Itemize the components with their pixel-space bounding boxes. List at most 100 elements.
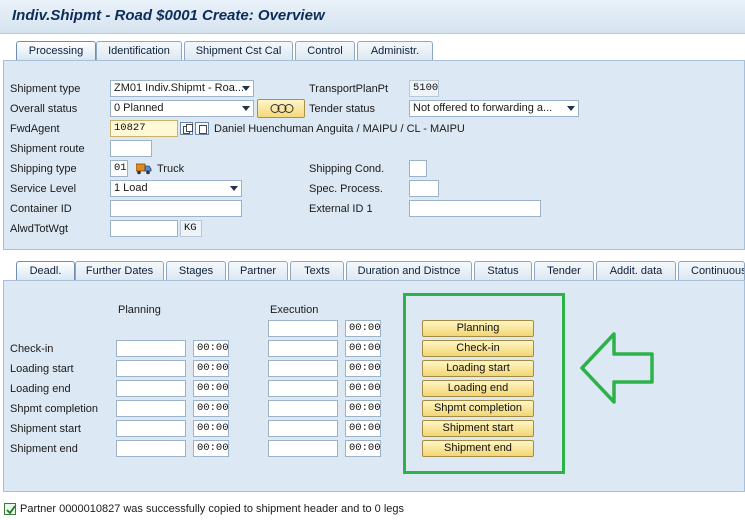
- execution-date-field[interactable]: [268, 420, 338, 437]
- shipping-type-label: Shipping type: [10, 163, 77, 175]
- container-id-field[interactable]: [110, 200, 242, 217]
- transport-plan-pt-field: 5100: [409, 80, 439, 97]
- status-message: Partner 0000010827 was successfully copi…: [20, 503, 405, 515]
- deadline-row-label: Loading end: [10, 383, 71, 395]
- execution-time-field[interactable]: 00:00: [345, 340, 381, 357]
- execution-date-field[interactable]: [268, 360, 338, 377]
- window-title: Indiv.Shipmt - Road $0001 Create: Overvi…: [12, 7, 325, 24]
- check-in-button[interactable]: Check-in: [422, 340, 534, 357]
- external-id-field[interactable]: [409, 200, 541, 217]
- document-icon[interactable]: [195, 122, 209, 135]
- shipment-completion-button[interactable]: Shpmt completion: [422, 400, 534, 417]
- tab-further-dates[interactable]: Further Dates: [75, 261, 164, 280]
- tab-texts[interactable]: Texts: [290, 261, 344, 280]
- planning-time-field[interactable]: 00:00: [193, 440, 229, 457]
- tab-processing[interactable]: Processing: [16, 41, 96, 61]
- shipment-type-dropdown[interactable]: ZM01 Indiv.Shipmt - Roa...: [110, 80, 254, 97]
- alwd-tot-wgt-field[interactable]: [110, 220, 178, 237]
- spec-process-label: Spec. Process.: [309, 183, 383, 195]
- tab-identification[interactable]: Identification: [96, 41, 182, 60]
- overall-status-button[interactable]: [257, 99, 305, 118]
- shipping-cond-field[interactable]: [409, 160, 427, 177]
- execution-date-field[interactable]: [268, 400, 338, 417]
- spec-process-field[interactable]: [409, 180, 439, 197]
- tab-continuous[interactable]: Continuous: [678, 261, 745, 280]
- external-id-label: External ID 1: [309, 203, 373, 215]
- left-arrow-icon: [580, 332, 654, 404]
- dots-icon: [270, 104, 294, 113]
- tab-control[interactable]: Control: [295, 41, 355, 60]
- shipping-cond-label: Shipping Cond.: [309, 163, 385, 175]
- tab-tender[interactable]: Tender: [534, 261, 594, 280]
- loading-end-button[interactable]: Loading end: [422, 380, 534, 397]
- tab-status[interactable]: Status: [474, 261, 532, 280]
- fwd-agent-label: FwdAgent: [10, 123, 60, 135]
- checkmark-icon: [4, 503, 16, 515]
- overall-status-value: 0 Planned: [114, 102, 164, 114]
- planning-time-field[interactable]: 00:00: [193, 420, 229, 437]
- tab-administration[interactable]: Administr.: [357, 41, 433, 60]
- shipment-end-button[interactable]: Shipment end: [422, 440, 534, 457]
- shipping-type-text: Truck: [157, 163, 185, 175]
- planning-time-field[interactable]: 00:00: [193, 380, 229, 397]
- tender-status-label: Tender status: [309, 103, 376, 115]
- alwd-tot-wgt-label: AlwdTotWgt: [10, 223, 69, 235]
- tab-additional-data[interactable]: Addit. data: [596, 261, 676, 280]
- execution-time-field[interactable]: 00:00: [345, 440, 381, 457]
- title-bar: Indiv.Shipmt - Road $0001 Create: Overvi…: [0, 0, 745, 34]
- planning-date-field[interactable]: [116, 420, 186, 437]
- execution-date-field[interactable]: [268, 440, 338, 457]
- planning-time-field[interactable]: 00:00: [193, 360, 229, 377]
- deadline-row-label: Shipment end: [10, 443, 78, 455]
- service-level-value: 1 Load: [114, 182, 148, 194]
- overall-status-dropdown[interactable]: 0 Planned: [110, 100, 254, 117]
- tab-deadlines[interactable]: Deadl.: [16, 261, 75, 281]
- chevron-down-icon: [230, 186, 238, 191]
- planning-date-field[interactable]: [116, 360, 186, 377]
- transport-plan-pt-label: TransportPlanPt: [309, 83, 389, 95]
- tab-stages[interactable]: Stages: [166, 261, 226, 280]
- planning-column-header: Planning: [118, 304, 161, 316]
- planning-time-field[interactable]: 00:00: [193, 340, 229, 357]
- tender-status-dropdown[interactable]: Not offered to forwarding a...: [409, 100, 579, 117]
- execution-time-field[interactable]: 00:00: [345, 320, 381, 337]
- execution-date-field[interactable]: [268, 380, 338, 397]
- execution-time-field[interactable]: 00:00: [345, 400, 381, 417]
- weight-unit-field: KG: [180, 220, 202, 237]
- copy-icon[interactable]: [180, 122, 193, 135]
- overall-status-label: Overall status: [10, 103, 78, 115]
- execution-column-header: Execution: [270, 304, 319, 316]
- shipment-start-button[interactable]: Shipment start: [422, 420, 534, 437]
- shipping-type-field[interactable]: 01: [110, 160, 128, 177]
- header-tabstrip: Processing Identification Shipment Cst C…: [0, 41, 745, 61]
- execution-date-field[interactable]: [268, 320, 338, 337]
- deadline-row-label: Shipment start: [10, 423, 81, 435]
- truck-icon: [136, 163, 152, 175]
- service-level-dropdown[interactable]: 1 Load: [110, 180, 242, 197]
- service-level-label: Service Level: [10, 183, 77, 195]
- planning-date-field[interactable]: [116, 340, 186, 357]
- shipment-route-field[interactable]: [110, 140, 152, 157]
- planning-time-field[interactable]: 00:00: [193, 400, 229, 417]
- execution-time-field[interactable]: 00:00: [345, 420, 381, 437]
- fwd-agent-description: Daniel Huenchuman Anguita / MAIPU / CL -…: [214, 123, 465, 135]
- tab-shipment-cost-calc[interactable]: Shipment Cst Cal: [184, 41, 293, 60]
- deadline-row-label: Shpmt completion: [10, 403, 99, 415]
- planning-date-field[interactable]: [116, 440, 186, 457]
- tab-duration-distance[interactable]: Duration and Distnce: [346, 261, 472, 280]
- fwd-agent-field[interactable]: 10827: [110, 120, 178, 137]
- planning-date-field[interactable]: [116, 400, 186, 417]
- chevron-down-icon: [242, 106, 250, 111]
- execution-time-field[interactable]: 00:00: [345, 380, 381, 397]
- execution-date-field[interactable]: [268, 340, 338, 357]
- chevron-down-icon: [242, 86, 250, 91]
- loading-start-button[interactable]: Loading start: [422, 360, 534, 377]
- tab-partner[interactable]: Partner: [228, 261, 288, 280]
- chevron-down-icon: [567, 106, 575, 111]
- planning-date-field[interactable]: [116, 380, 186, 397]
- planning-button[interactable]: Planning: [422, 320, 534, 337]
- status-bar: Partner 0000010827 was successfully copi…: [0, 500, 745, 520]
- detail-tabstrip: Deadl. Further Dates Stages Partner Text…: [0, 261, 745, 281]
- tender-status-value: Not offered to forwarding a...: [413, 102, 553, 114]
- execution-time-field[interactable]: 00:00: [345, 360, 381, 377]
